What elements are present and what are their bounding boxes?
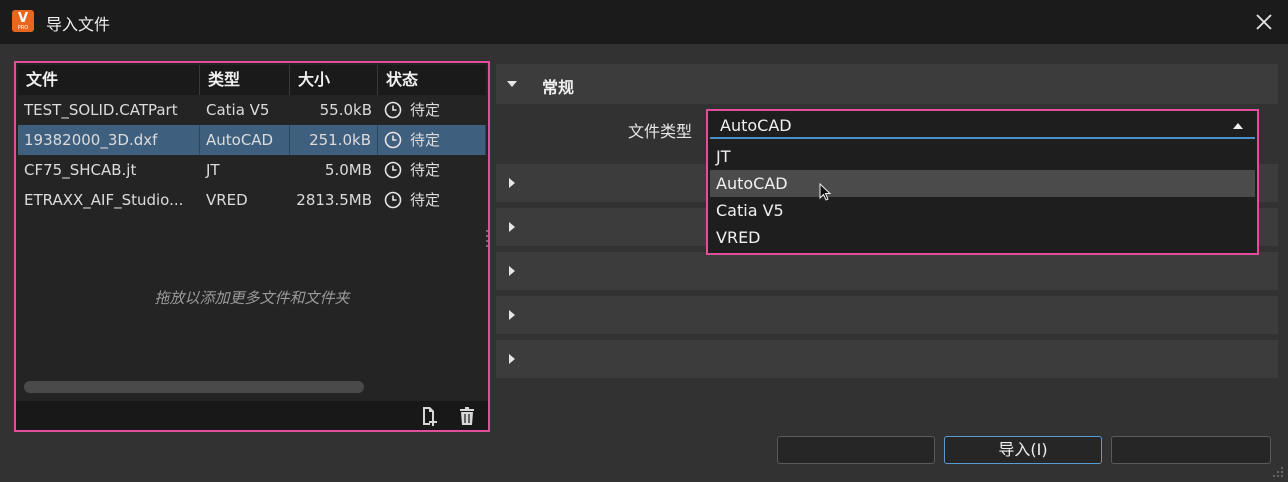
file-type-cell: AutoCAD [200,125,290,155]
horizontal-scrollbar[interactable] [24,381,364,393]
secondary-button-right[interactable] [1111,436,1271,464]
file-name-cell: 19382000_3D.dxf [18,125,200,155]
file-type-selected-value: AutoCAD [720,116,792,135]
section-collapsed-4[interactable] [496,296,1278,334]
table-body: TEST_SOLID.CATPart Catia V5 55.0kB 待定 193820… [18,95,486,215]
file-type-cell: VRED [206,191,248,209]
file-name-cell: ETRAXX_AIF_Studio... [24,191,184,209]
table-row[interactable]: 19382000_3D.dxf AutoCAD 251.0kB 待定 [18,125,486,155]
file-list-panel: 文件 类型 大小 状态 TEST_SOLID.CATPart Catia V5 55… [14,61,490,432]
file-status-label: 待定 [410,161,441,179]
drop-hint: 拖放以添加更多文件和文件夹 [154,289,350,307]
file-size-cell: 5.0MB [324,161,372,179]
file-status-label: 待定 [410,131,441,149]
secondary-button-left[interactable] [777,436,935,464]
section-general-title: 常规 [542,78,575,97]
chevron-up-icon [1233,123,1243,129]
file-size-cell: 2813.5MB [296,191,372,209]
table-header: 文件 类型 大小 状态 [18,65,486,95]
trash-icon[interactable] [457,406,477,426]
chevron-right-icon [509,266,515,276]
column-header-status[interactable]: 状态 [378,65,486,95]
clock-icon [384,101,402,119]
file-name-cell: TEST_SOLID.CATPart [24,101,178,119]
add-file-icon[interactable] [419,406,439,426]
column-header-size[interactable]: 大小 [290,65,378,95]
table-row[interactable]: ETRAXX_AIF_Studio... VRED 2813.5MB 待定 [18,185,486,215]
file-status-label: 待定 [410,191,441,209]
chevron-right-icon [509,222,515,232]
clock-icon [384,131,402,149]
section-collapsed-3[interactable] [496,252,1278,290]
file-type-label: 文件类型 [628,122,693,141]
chevron-right-icon [509,178,515,188]
file-status-label: 待定 [410,101,441,119]
file-type-option-autocad[interactable]: AutoCAD [710,170,1255,197]
file-type-option-jt[interactable]: JT [710,143,1255,170]
file-type-cell: Catia V5 [206,101,270,119]
window-title: 导入文件 [46,15,111,34]
section-general: 常规 [496,64,1278,104]
file-type-option-vred[interactable]: VRED [710,224,1255,251]
file-type-dropdown: AutoCAD JT AutoCAD Catia V5 VRED [706,109,1259,255]
table-row[interactable]: TEST_SOLID.CATPart Catia V5 55.0kB 待定 [18,95,486,125]
file-size-cell: 55.0kB [319,101,372,119]
file-table: 文件 类型 大小 状态 TEST_SOLID.CATPart Catia V5 55… [18,65,486,215]
panel-splitter-handle[interactable] [484,228,490,248]
import-button[interactable]: 导入(I) [944,436,1102,464]
chevron-right-icon [509,310,515,320]
chevron-down-icon [507,81,517,87]
close-button[interactable] [1252,10,1276,34]
file-type-select[interactable]: AutoCAD [710,113,1255,139]
file-status-cell: 待定 [378,155,486,185]
close-icon [1256,14,1272,30]
section-collapsed-5[interactable] [496,340,1278,378]
file-size-cell: 251.0kB [290,125,378,155]
app-logo-icon: V PRO [12,10,34,32]
file-name-cell: CF75_SHCAB.jt [24,161,137,179]
column-header-type[interactable]: 类型 [200,65,290,95]
file-status-cell: 待定 [378,185,486,215]
clock-icon [384,191,402,209]
mouse-pointer-icon [819,183,832,201]
chevron-right-icon [509,354,515,364]
file-type-option-catia-v5[interactable]: Catia V5 [710,197,1255,224]
title-bar: V PRO 导入文件 [0,0,1288,44]
file-status-cell: 待定 [378,125,486,155]
table-row[interactable]: CF75_SHCAB.jt JT 5.0MB 待定 [18,155,486,185]
resize-grip-icon[interactable] [1272,466,1284,478]
file-list-footer [16,401,488,430]
column-header-file[interactable]: 文件 [18,65,200,95]
section-general-header[interactable]: 常规 [496,64,1278,104]
clock-icon [384,161,402,179]
file-type-cell: JT [206,161,220,179]
import-files-dialog: V PRO 导入文件 文件 类型 大小 状态 TEST_SOLID.CATPar… [0,0,1288,482]
file-status-cell: 待定 [378,95,486,125]
file-type-options-list: JT AutoCAD Catia V5 VRED [710,143,1255,251]
